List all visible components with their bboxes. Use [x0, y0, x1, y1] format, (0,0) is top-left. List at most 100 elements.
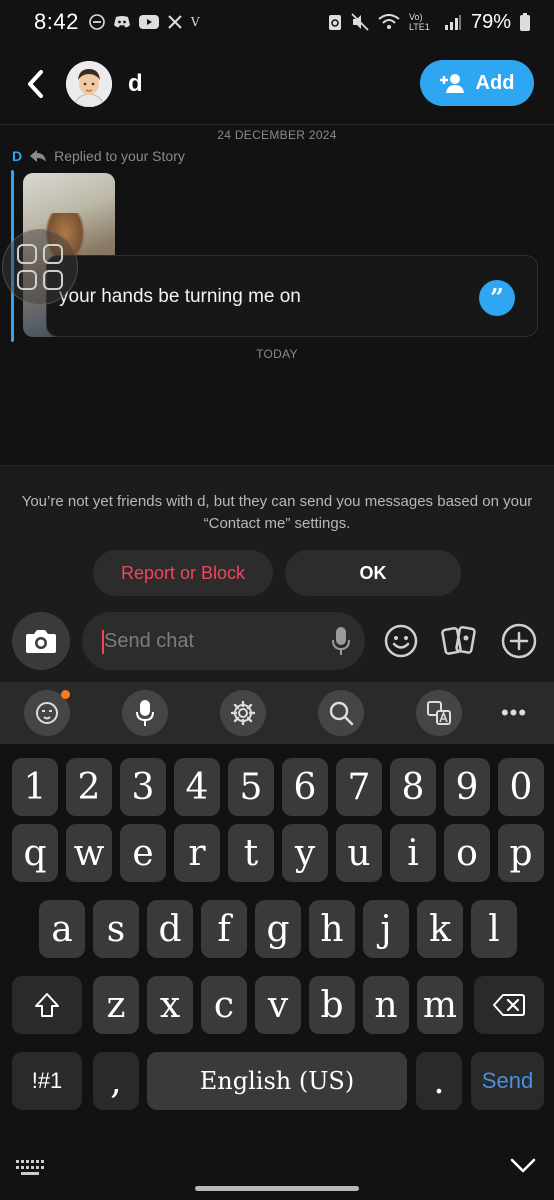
add-friend-icon — [439, 74, 464, 93]
chat-composer: Send chat — [0, 610, 554, 682]
friend-notice-panel: You’re not yet friends with d, but they … — [0, 465, 554, 610]
key-o[interactable]: o — [444, 824, 490, 882]
shift-arrow-icon — [35, 993, 59, 1017]
status-bar: 8:42 V Vo) LTE1 79% — [0, 0, 554, 44]
keyboard-bottom-bar — [0, 1150, 554, 1200]
key-t[interactable]: t — [228, 824, 274, 882]
more-icon[interactable]: ••• — [494, 690, 534, 736]
keyboard-search-button[interactable] — [318, 690, 364, 736]
backspace-key[interactable] — [474, 976, 544, 1034]
key-k[interactable]: k — [417, 900, 463, 958]
key-8[interactable]: 8 — [390, 758, 436, 816]
gear-icon — [230, 700, 256, 726]
hide-keyboard-icon[interactable] — [510, 1156, 536, 1176]
key-j[interactable]: j — [363, 900, 409, 958]
space-key[interactable]: English (US) — [147, 1052, 407, 1110]
key-n[interactable]: n — [363, 976, 409, 1034]
friend-notice-text: You’re not yet friends with d, but they … — [21, 493, 533, 532]
key-v[interactable]: v — [255, 976, 301, 1034]
key-m[interactable]: m — [417, 976, 463, 1034]
camera-button[interactable] — [12, 612, 70, 670]
signal-icon — [444, 15, 461, 30]
period-key[interactable]: . — [416, 1052, 462, 1110]
comma-key[interactable]: , — [93, 1052, 139, 1110]
keyboard: 1 2 3 4 5 6 7 8 9 0 q w e r t y u i o p … — [0, 744, 554, 1200]
network-label: Vo) LTE1 — [408, 12, 430, 32]
key-c[interactable]: c — [201, 976, 247, 1034]
emoji-keyboard-button[interactable] — [24, 690, 70, 736]
camera-icon — [26, 630, 56, 653]
translate-button[interactable] — [416, 690, 462, 736]
voice-input-button[interactable] — [122, 690, 168, 736]
keyboard-settings-button[interactable] — [220, 690, 266, 736]
symbols-key[interactable]: !#1 — [12, 1052, 82, 1110]
microphone-icon[interactable] — [331, 626, 351, 656]
shift-key[interactable] — [12, 976, 82, 1034]
search-icon — [329, 701, 354, 726]
recycle-icon — [328, 15, 341, 30]
x-app-icon — [168, 15, 182, 29]
bitmoji-avatar-icon — [66, 61, 112, 107]
report-or-block-button[interactable]: Report or Block — [93, 550, 273, 596]
key-1[interactable]: 1 — [12, 758, 58, 816]
key-6[interactable]: 6 — [282, 758, 328, 816]
cards-icon — [441, 626, 476, 655]
back-button[interactable] — [22, 70, 48, 98]
message-bubble[interactable]: your hands be turning me on ” — [46, 255, 538, 337]
home-indicator[interactable] — [195, 1186, 359, 1191]
key-7[interactable]: 7 — [336, 758, 382, 816]
add-friend-button[interactable]: Add — [420, 60, 534, 106]
key-l[interactable]: l — [471, 900, 517, 958]
key-u[interactable]: u — [336, 824, 382, 882]
key-w[interactable]: w — [66, 824, 112, 882]
key-a[interactable]: a — [39, 900, 85, 958]
wifi-icon — [378, 14, 400, 29]
add-friend-label: Add — [475, 71, 515, 94]
avatar[interactable] — [66, 61, 112, 107]
key-f[interactable]: f — [201, 900, 247, 958]
ok-button[interactable]: OK — [285, 550, 461, 596]
key-x[interactable]: x — [147, 976, 193, 1034]
stickers-button[interactable] — [440, 622, 478, 660]
today-separator: TODAY — [256, 347, 298, 361]
notification-dot — [61, 690, 70, 699]
key-9[interactable]: 9 — [444, 758, 490, 816]
quote-reply-icon[interactable]: ” — [479, 280, 515, 316]
chat-header: d Add — [0, 52, 554, 116]
emoji-button[interactable] — [382, 622, 420, 660]
key-3[interactable]: 3 — [120, 758, 166, 816]
header-divider — [0, 124, 554, 125]
key-z[interactable]: z — [93, 976, 139, 1034]
key-5[interactable]: 5 — [228, 758, 274, 816]
key-d[interactable]: d — [147, 900, 193, 958]
send-key[interactable]: Send — [471, 1052, 544, 1110]
key-0[interactable]: 0 — [498, 758, 544, 816]
key-p[interactable]: p — [498, 824, 544, 882]
key-r[interactable]: r — [174, 824, 220, 882]
status-system-icons: Vo) LTE1 79% — [328, 11, 530, 34]
youtube-icon — [138, 15, 159, 29]
send-chat-input[interactable]: Send chat — [82, 612, 365, 670]
message-text: your hands be turning me on — [59, 286, 301, 307]
reply-arrow-icon — [30, 150, 47, 162]
key-2[interactable]: 2 — [66, 758, 112, 816]
key-g[interactable]: g — [255, 900, 301, 958]
contact-name[interactable]: d — [128, 70, 143, 98]
key-4[interactable]: 4 — [174, 758, 220, 816]
mute-icon — [351, 13, 369, 31]
key-s[interactable]: s — [93, 900, 139, 958]
translate-icon — [427, 701, 451, 725]
key-q[interactable]: q — [12, 824, 58, 882]
floating-app-grid-icon[interactable] — [2, 229, 78, 305]
key-y[interactable]: y — [282, 824, 328, 882]
reply-sender: D — [12, 148, 23, 164]
keyboard-switch-icon[interactable] — [16, 1158, 46, 1178]
battery-percent: 79% — [470, 10, 511, 33]
key-b[interactable]: b — [309, 976, 355, 1034]
battery-icon — [520, 13, 530, 31]
key-e[interactable]: e — [120, 824, 166, 882]
more-options-button[interactable] — [500, 622, 538, 660]
key-i[interactable]: i — [390, 824, 436, 882]
status-notification-icons: V — [89, 14, 200, 30]
key-h[interactable]: h — [309, 900, 355, 958]
